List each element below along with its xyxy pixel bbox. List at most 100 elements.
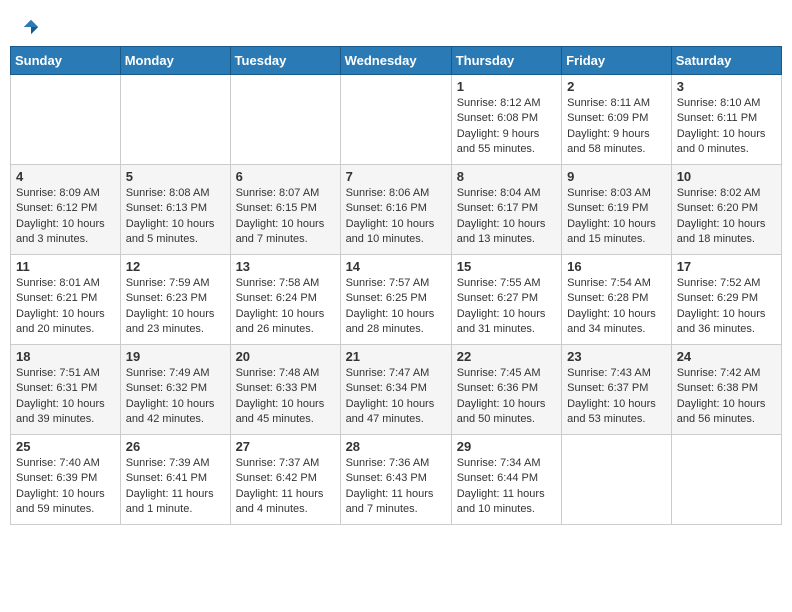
day-number: 16 (567, 259, 666, 274)
day-info-line: Daylight: 10 hours and 56 minutes. (677, 397, 776, 428)
day-number: 15 (457, 259, 556, 274)
day-info-line: Sunset: 6:44 PM (457, 471, 556, 486)
calendar-cell: 17Sunrise: 7:52 AMSunset: 6:29 PMDayligh… (671, 255, 781, 345)
day-info-line: Daylight: 11 hours and 4 minutes. (236, 487, 335, 518)
day-info-line: Sunset: 6:08 PM (457, 111, 556, 126)
calendar-cell: 7Sunrise: 8:06 AMSunset: 6:16 PMDaylight… (340, 165, 451, 255)
day-info-line: Sunset: 6:20 PM (677, 201, 776, 216)
day-info-line: Daylight: 10 hours and 47 minutes. (346, 397, 446, 428)
day-info-line: Sunset: 6:27 PM (457, 291, 556, 306)
day-info-line: Sunset: 6:38 PM (677, 381, 776, 396)
calendar-cell: 8Sunrise: 8:04 AMSunset: 6:17 PMDaylight… (451, 165, 561, 255)
calendar-cell (671, 435, 781, 525)
day-info-line: Daylight: 10 hours and 50 minutes. (457, 397, 556, 428)
day-info-line: Daylight: 10 hours and 0 minutes. (677, 127, 776, 158)
day-info-line: Sunrise: 7:54 AM (567, 276, 666, 291)
day-info-line: Sunrise: 7:57 AM (346, 276, 446, 291)
day-info-line: Daylight: 10 hours and 23 minutes. (126, 307, 225, 338)
day-number: 23 (567, 349, 666, 364)
calendar-cell: 9Sunrise: 8:03 AMSunset: 6:19 PMDaylight… (562, 165, 672, 255)
day-info-line: Sunrise: 7:59 AM (126, 276, 225, 291)
day-number: 6 (236, 169, 335, 184)
day-info-line: Daylight: 10 hours and 26 minutes. (236, 307, 335, 338)
day-number: 4 (16, 169, 115, 184)
day-info-line: Daylight: 10 hours and 42 minutes. (126, 397, 225, 428)
day-info-line: Daylight: 10 hours and 34 minutes. (567, 307, 666, 338)
calendar-week-row: 1Sunrise: 8:12 AMSunset: 6:08 PMDaylight… (11, 75, 782, 165)
day-info-line: Daylight: 10 hours and 18 minutes. (677, 217, 776, 248)
day-number: 26 (126, 439, 225, 454)
day-number: 14 (346, 259, 446, 274)
day-info-line: Sunrise: 7:39 AM (126, 456, 225, 471)
day-info-line: Daylight: 11 hours and 10 minutes. (457, 487, 556, 518)
day-info-line: Daylight: 10 hours and 10 minutes. (346, 217, 446, 248)
weekday-header: Sunday (11, 47, 121, 75)
day-info-line: Sunrise: 8:09 AM (16, 186, 115, 201)
day-info-line: Sunrise: 7:48 AM (236, 366, 335, 381)
day-number: 17 (677, 259, 776, 274)
day-info-line: Sunrise: 7:43 AM (567, 366, 666, 381)
day-info-line: Daylight: 10 hours and 31 minutes. (457, 307, 556, 338)
calendar-cell (11, 75, 121, 165)
day-number: 13 (236, 259, 335, 274)
day-info-line: Sunset: 6:41 PM (126, 471, 225, 486)
weekday-header: Saturday (671, 47, 781, 75)
day-info-line: Sunrise: 7:58 AM (236, 276, 335, 291)
calendar-cell: 26Sunrise: 7:39 AMSunset: 6:41 PMDayligh… (120, 435, 230, 525)
calendar-cell: 5Sunrise: 8:08 AMSunset: 6:13 PMDaylight… (120, 165, 230, 255)
day-info-line: Daylight: 9 hours and 58 minutes. (567, 127, 666, 158)
day-number: 1 (457, 79, 556, 94)
calendar-cell: 10Sunrise: 8:02 AMSunset: 6:20 PMDayligh… (671, 165, 781, 255)
calendar-week-row: 11Sunrise: 8:01 AMSunset: 6:21 PMDayligh… (11, 255, 782, 345)
calendar-cell (562, 435, 672, 525)
day-info-line: Sunrise: 8:07 AM (236, 186, 335, 201)
day-info-line: Sunset: 6:37 PM (567, 381, 666, 396)
day-info-line: Sunset: 6:24 PM (236, 291, 335, 306)
day-number: 9 (567, 169, 666, 184)
day-info-line: Daylight: 10 hours and 7 minutes. (236, 217, 335, 248)
day-info-line: Sunset: 6:11 PM (677, 111, 776, 126)
day-number: 25 (16, 439, 115, 454)
day-info-line: Sunrise: 7:37 AM (236, 456, 335, 471)
day-info-line: Sunset: 6:13 PM (126, 201, 225, 216)
calendar-cell (120, 75, 230, 165)
day-info-line: Sunrise: 7:55 AM (457, 276, 556, 291)
day-number: 2 (567, 79, 666, 94)
day-info-line: Sunrise: 8:10 AM (677, 96, 776, 111)
day-info-line: Daylight: 10 hours and 59 minutes. (16, 487, 115, 518)
calendar-cell (340, 75, 451, 165)
day-info-line: Daylight: 9 hours and 55 minutes. (457, 127, 556, 158)
calendar-cell: 24Sunrise: 7:42 AMSunset: 6:38 PMDayligh… (671, 345, 781, 435)
day-number: 3 (677, 79, 776, 94)
day-number: 21 (346, 349, 446, 364)
day-info-line: Daylight: 10 hours and 39 minutes. (16, 397, 115, 428)
day-info-line: Daylight: 10 hours and 3 minutes. (16, 217, 115, 248)
day-info-line: Sunrise: 7:45 AM (457, 366, 556, 381)
day-number: 5 (126, 169, 225, 184)
calendar-cell: 6 Sunrise: 8:07 AMSunset: 6:15 PMDaylight… (230, 165, 340, 255)
weekday-header: Monday (120, 47, 230, 75)
day-number: 8 (457, 169, 556, 184)
calendar-cell: 29Sunrise: 7:34 AMSunset: 6:44 PMDayligh… (451, 435, 561, 525)
day-number: 24 (677, 349, 776, 364)
weekday-header: Tuesday (230, 47, 340, 75)
day-info-line: Sunset: 6:15 PM (236, 201, 335, 216)
day-info-line: Sunset: 6:28 PM (567, 291, 666, 306)
calendar-table: SundayMondayTuesdayWednesdayThursdayFrid… (10, 46, 782, 525)
day-info-line: Sunset: 6:19 PM (567, 201, 666, 216)
day-number: 27 (236, 439, 335, 454)
calendar-cell: 18Sunrise: 7:51 AMSunset: 6:31 PMDayligh… (11, 345, 121, 435)
day-info-line: Sunrise: 8:03 AM (567, 186, 666, 201)
day-info-line: Sunrise: 8:06 AM (346, 186, 446, 201)
calendar-cell: 1Sunrise: 8:12 AMSunset: 6:08 PMDaylight… (451, 75, 561, 165)
day-info-line: Sunset: 6:33 PM (236, 381, 335, 396)
day-info-line: Sunrise: 7:36 AM (346, 456, 446, 471)
logo (20, 18, 42, 36)
calendar-cell: 15 Sunrise: 7:55 AMSunset: 6:27 PMDayligh… (451, 255, 561, 345)
calendar-cell: 4Sunrise: 8:09 AMSunset: 6:12 PMDaylight… (11, 165, 121, 255)
day-info-line: Sunrise: 7:34 AM (457, 456, 556, 471)
day-info-line: Sunrise: 8:01 AM (16, 276, 115, 291)
day-number: 18 (16, 349, 115, 364)
day-info-line: Daylight: 10 hours and 20 minutes. (16, 307, 115, 338)
day-info-line: Sunset: 6:25 PM (346, 291, 446, 306)
